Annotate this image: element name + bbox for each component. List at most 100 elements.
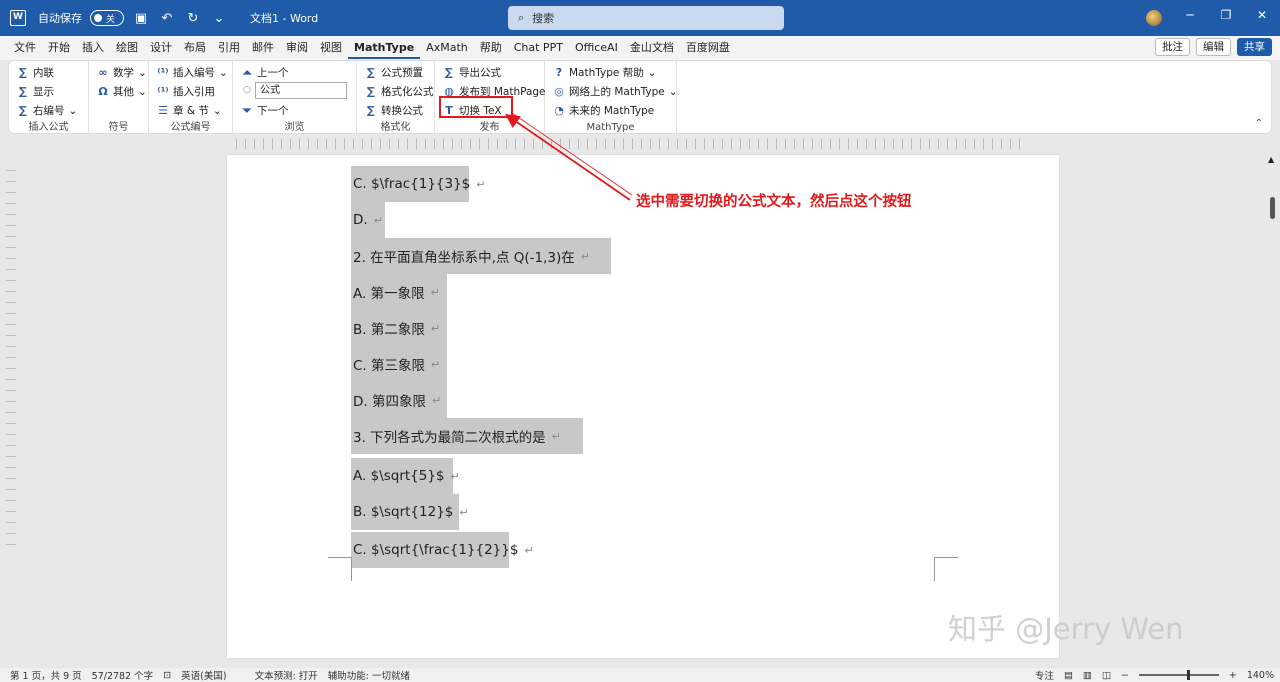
proofing-icon[interactable]: ⊡ (163, 670, 171, 681)
focus-mode-button[interactable]: 专注 (1035, 668, 1054, 682)
insert-reference-button[interactable]: ⁽¹⁾ 插入引用 (157, 84, 215, 99)
zoom-slider[interactable] (1138, 670, 1219, 680)
document-line[interactable]: 3. 下列各式为最简二次根式的是 ↵ (351, 418, 583, 454)
tab-mathtype[interactable]: MathType (348, 37, 421, 59)
page-count[interactable]: 第 1 页，共 9 页 (10, 668, 82, 682)
ribbon-tabs: 文件 开始 插入 绘图 设计 布局 引用 邮件 审阅 视图 MathType A… (0, 36, 1280, 60)
tab-references[interactable]: 引用 (212, 37, 246, 59)
comment-button[interactable]: 批注 (1155, 38, 1190, 56)
chapter-section-button[interactable]: ☰ 章 & 节 ⌄ (157, 103, 222, 118)
web-icon: ◎ (554, 85, 564, 98)
zoom-in-icon[interactable]: + (1229, 670, 1237, 681)
collapse-ribbon-icon[interactable]: ⌃ (1255, 118, 1263, 129)
restore-icon[interactable]: ❐ (1216, 8, 1236, 22)
zoom-level[interactable]: 140% (1247, 670, 1274, 681)
tab-axmath[interactable]: AxMath (420, 37, 474, 59)
read-mode-icon[interactable]: ▤ (1064, 670, 1073, 681)
other-symbols-button[interactable]: Ω 其他 ⌄ (97, 84, 147, 99)
chevron-down-icon: ⌄ (668, 85, 678, 98)
paragraph-mark: ↵ (524, 543, 534, 557)
math-symbols-button[interactable]: ∞ 数学 ⌄ (97, 65, 147, 80)
browse-type-select[interactable]: 公式 (255, 82, 347, 99)
document-line[interactable]: D. ↵ (351, 202, 385, 238)
tab-review[interactable]: 审阅 (280, 37, 314, 59)
export-equations-button[interactable]: ∑ 导出公式 (443, 65, 501, 80)
mathtype-future-button[interactable]: ◔ 未来的 MathType (553, 103, 654, 118)
sigma-format-icon: ∑ (367, 85, 375, 98)
tab-help[interactable]: 帮助 (474, 37, 508, 59)
redo-icon[interactable]: ↻ (184, 11, 202, 26)
document-line[interactable]: C. 第三象限 ↵ (351, 346, 447, 382)
vertical-scrollbar[interactable]: ▲ (1266, 155, 1278, 660)
equation-preferences-button[interactable]: ∑ 公式预置 (365, 65, 423, 80)
tab-baidu-netdisk[interactable]: 百度网盘 (680, 37, 736, 59)
next-button[interactable]: ⏷ 下一个 (241, 103, 289, 118)
undo-icon[interactable]: ↶ (158, 11, 176, 26)
document-line[interactable]: C. $\sqrt{\frac{1}{2}}$ ↵ (351, 532, 534, 568)
document-line[interactable]: D. 第四象限 ↵ (351, 382, 447, 418)
user-avatar[interactable] (1146, 10, 1162, 26)
tab-officeai[interactable]: OfficeAI (569, 37, 624, 59)
minimize-icon[interactable]: ─ (1180, 8, 1200, 22)
sigma-icon: ∑ (19, 85, 27, 98)
text-prediction[interactable]: 文本预测: 打开 (255, 668, 318, 682)
sigma-icon: ∑ (19, 66, 27, 79)
tab-insert[interactable]: 插入 (76, 37, 110, 59)
document-line[interactable]: 2. 在平面直角坐标系中,点 Q(-1,3)在 ↵ (351, 238, 611, 274)
tab-file[interactable]: 文件 (8, 37, 42, 59)
group-label: 公式编号 (170, 122, 211, 133)
horizontal-ruler[interactable] (228, 139, 1028, 149)
tab-chat-ppt[interactable]: Chat PPT (508, 37, 569, 59)
mathtype-online-button[interactable]: ◎ 网络上的 MathType ⌄ (553, 84, 678, 99)
tab-kingsoft-docs[interactable]: 金山文档 (624, 37, 680, 59)
word-app-icon[interactable]: W (10, 10, 26, 26)
display-button[interactable]: ∑ 显示 (17, 84, 54, 99)
tab-layout[interactable]: 布局 (178, 37, 212, 59)
chevron-down-icon: ⌄ (138, 66, 147, 79)
document-line[interactable]: A. 第一象限 ↵ (351, 274, 447, 310)
document-line[interactable]: B. $\sqrt{12}$ ↵ (351, 494, 469, 530)
save-icon[interactable]: ▣ (132, 11, 150, 26)
group-label: 插入公式 (28, 122, 69, 133)
status-bar: 第 1 页，共 9 页 57/2782 个字 ⊡ 英语(美国) 文本预测: 打开… (0, 668, 1280, 682)
tab-home[interactable]: 开始 (42, 37, 76, 59)
reference-icon: ⁽¹⁾ (157, 85, 169, 98)
paragraph-mark: ↵ (450, 469, 460, 483)
right-number-button[interactable]: ∑ 右编号 ⌄ (17, 103, 77, 118)
insert-number-button[interactable]: ⁽¹⁾ 插入编号 ⌄ (157, 65, 227, 80)
format-group: ∑ 公式预置 ∑ 格式化公式 ∑ 转换公式 格式化 (357, 61, 435, 135)
tab-draw[interactable]: 绘图 (110, 37, 144, 59)
previous-button[interactable]: ⏶ 上一个 (241, 65, 289, 80)
language[interactable]: 英语(美国) (181, 668, 226, 682)
web-layout-icon[interactable]: ◫ (1102, 670, 1111, 681)
document-line[interactable]: C. $\frac{1}{3}$ ↵ (351, 166, 486, 202)
format-equations-button[interactable]: ∑ 格式化公式 (365, 84, 433, 99)
share-button[interactable]: 共享 (1237, 38, 1272, 56)
document-line[interactable]: A. $\sqrt{5}$ ↵ (351, 458, 460, 494)
tab-mailings[interactable]: 邮件 (246, 37, 280, 59)
inline-button[interactable]: ∑ 内联 (17, 65, 54, 80)
accessibility-status[interactable]: 辅助功能: 一切就绪 (328, 668, 410, 682)
customize-toolbar-icon[interactable]: ⌄ (210, 11, 228, 26)
number-icon: ⁽¹⁾ (157, 66, 169, 79)
close-icon[interactable]: ✕ (1252, 8, 1272, 22)
vertical-ruler[interactable] (6, 160, 16, 550)
paragraph-mark: ↵ (431, 393, 442, 407)
search-input[interactable]: ⌕ 搜索 (508, 6, 784, 30)
word-count[interactable]: 57/2782 个字 (92, 668, 154, 682)
paragraph-mark: ↵ (431, 357, 441, 371)
title-bar: W 自动保存 关 ▣ ↶ ↻ ⌄ 文档1 - Word ⌕ 搜索 ─ ❐ ✕ (0, 0, 1280, 36)
scroll-up-icon[interactable]: ▲ (1268, 155, 1274, 164)
document-line[interactable]: B. 第二象限 ↵ (351, 310, 447, 346)
edit-mode-button[interactable]: 编辑 (1196, 38, 1231, 56)
tab-view[interactable]: 视图 (314, 37, 348, 59)
zoom-out-icon[interactable]: − (1121, 670, 1129, 681)
margin-corner-mark (934, 557, 958, 581)
convert-equations-button[interactable]: ∑ 转换公式 (365, 103, 423, 118)
autosave-toggle[interactable]: 关 (90, 10, 124, 26)
print-layout-icon[interactable]: ▥ (1083, 670, 1092, 681)
scrollbar-thumb[interactable] (1270, 197, 1275, 219)
tab-design[interactable]: 设计 (144, 37, 178, 59)
mathtype-help-button[interactable]: ? MathType 帮助 ⌄ (553, 65, 657, 80)
toggle-tex-highlight (439, 96, 513, 118)
